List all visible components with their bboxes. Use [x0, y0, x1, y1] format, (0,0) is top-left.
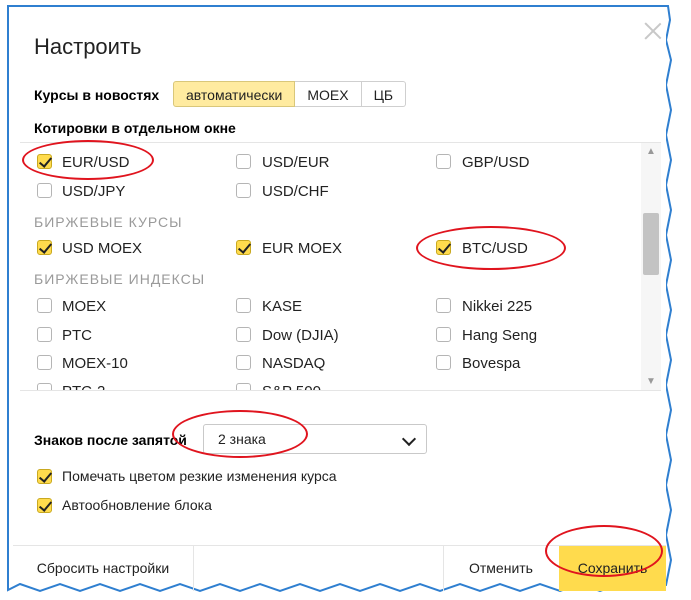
annotation-ellipse — [416, 226, 566, 270]
reset-button[interactable]: Сбросить настройки — [13, 546, 193, 591]
seg-moex-button[interactable]: MOEX — [295, 81, 362, 107]
checkbox-eur-moex[interactable] — [236, 240, 251, 255]
checkbox-gbpusd[interactable] — [436, 154, 451, 169]
checkbox-nasdaq[interactable] — [236, 355, 251, 370]
scroll-up-icon[interactable]: ▲ — [646, 146, 656, 157]
checkbox-nikkei[interactable] — [436, 298, 451, 313]
checkbox-label: USD/EUR — [262, 154, 330, 171]
rates-source-segmented: автоматически MOEX ЦБ — [173, 81, 407, 107]
autoupdate-label: Автообновление блока — [62, 497, 212, 513]
quotes-label: Котировки в отдельном окне — [34, 120, 236, 136]
annotation-ellipse — [172, 410, 308, 458]
checkbox-label: USD MOEX — [62, 240, 143, 257]
checkbox-label: USD/JPY — [62, 183, 126, 200]
checkbox-kase[interactable] — [236, 298, 251, 313]
checkbox-usdjpy[interactable] — [37, 183, 52, 198]
checkbox-usdeur[interactable] — [236, 154, 251, 169]
checkbox-moex[interactable] — [37, 298, 52, 313]
seg-cb-button[interactable]: ЦБ — [361, 81, 407, 107]
checkbox-pts[interactable] — [37, 327, 52, 342]
checkbox-dow[interactable] — [236, 327, 251, 342]
checkbox-pts2[interactable] — [37, 383, 52, 390]
scroll-thumb[interactable] — [643, 213, 659, 275]
checkbox-label: S&P 500 — [262, 383, 321, 390]
checkbox-bovespa[interactable] — [436, 355, 451, 370]
checkbox-moex10[interactable] — [37, 355, 52, 370]
checkbox-autoupdate[interactable] — [37, 498, 52, 513]
annotation-ellipse — [545, 525, 663, 577]
scroll-down-icon[interactable]: ▼ — [646, 376, 656, 387]
checkbox-label: KASE — [262, 298, 303, 315]
close-icon[interactable] — [644, 22, 662, 40]
checkbox-label: EUR MOEX — [262, 240, 343, 257]
checkbox-sp500[interactable] — [236, 383, 251, 390]
section-indices: БИРЖЕВЫЕ ИНДЕКСЫ — [34, 271, 206, 287]
checkbox-label: MOEX-10 — [62, 355, 128, 372]
checkbox-label: PTC — [62, 327, 92, 344]
section-exchange-rates: БИРЖЕВЫЕ КУРСЫ — [34, 214, 183, 230]
chevron-down-icon — [401, 431, 417, 447]
highlight-label: Помечать цветом резкие изменения курса — [62, 468, 337, 484]
rates-in-news-label: Курсы в новостях — [34, 87, 160, 103]
checkbox-label: GBP/USD — [462, 154, 530, 171]
checkbox-label: NASDAQ — [262, 355, 326, 372]
quotes-list: EUR/USD USD/EUR GBP/USD USD/JPY USD/CHF … — [20, 142, 661, 391]
checkbox-label: Dow (DJIA) — [262, 327, 339, 344]
checkbox-label: Hang Seng — [462, 327, 538, 344]
annotation-ellipse — [22, 140, 154, 180]
list-scrollbar[interactable]: ▲ ▼ — [641, 143, 661, 390]
footer-divider — [193, 546, 194, 591]
checkbox-label: Nikkei 225 — [462, 298, 533, 315]
decimals-label: Знаков после запятой — [34, 432, 187, 448]
checkbox-usdchf[interactable] — [236, 183, 251, 198]
cancel-button[interactable]: Отменить — [443, 546, 559, 591]
checkbox-label: Bovespa — [462, 355, 521, 372]
dialog-title: Настроить — [34, 34, 142, 59]
checkbox-label: USD/CHF — [262, 183, 329, 200]
checkbox-usd-moex[interactable] — [37, 240, 52, 255]
checkbox-highlight[interactable] — [37, 469, 52, 484]
checkbox-label: MOEX — [62, 298, 107, 315]
checkbox-hangseng[interactable] — [436, 327, 451, 342]
seg-auto-button[interactable]: автоматически — [173, 81, 296, 107]
checkbox-label: PTC-2 — [62, 383, 105, 390]
